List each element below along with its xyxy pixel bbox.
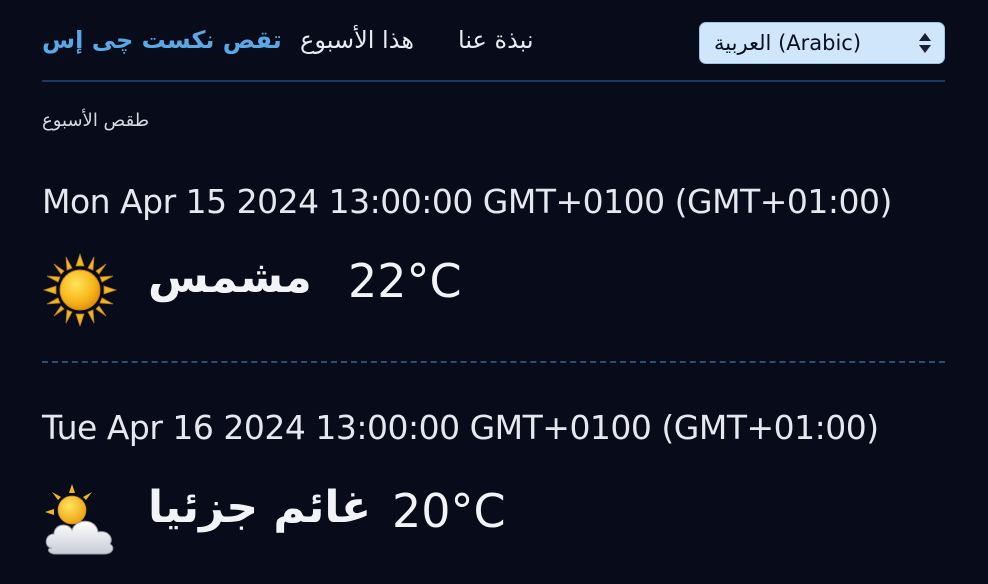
forecast-item: Tue Apr 16 2024 13:00:00 GMT+0100 (GMT+0… [42, 408, 945, 558]
forecast-temperature: 22°C [348, 254, 462, 308]
partly-cloudy-icon [45, 484, 114, 555]
brand-link[interactable]: تقص نكست چی إس [42, 26, 282, 54]
language-select-value: العربية (Arabic) [714, 31, 862, 55]
forecast-condition: مشمس [148, 252, 312, 303]
section-heading: طقص الأسبوع [42, 110, 150, 131]
forecast-item: Mon Apr 15 2024 13:00:00 GMT+0100 (GMT+0… [42, 182, 945, 363]
language-select[interactable]: العربية (Arabic) [699, 22, 945, 64]
forecast-temperature: 20°C [392, 484, 506, 538]
forecast-row: غائم جزئيا 20°C [42, 478, 642, 558]
select-arrows-icon [919, 33, 931, 53]
nav-link-about[interactable]: نبذة عنا [458, 26, 534, 54]
nav-link-this-week[interactable]: هذا الأسبوع [300, 26, 414, 54]
forecast-condition: غائم جزئيا [148, 482, 372, 533]
page: تقص نكست چی إس هذا الأسبوع نبذة عنا العر… [0, 0, 988, 584]
top-nav: تقص نكست چی إس هذا الأسبوع نبذة عنا العر… [42, 0, 945, 82]
forecast-date: Mon Apr 15 2024 13:00:00 GMT+0100 (GMT+0… [42, 182, 892, 221]
forecast-row: مشمس 22°C [42, 248, 642, 328]
forecast-date: Tue Apr 16 2024 13:00:00 GMT+0100 (GMT+0… [42, 408, 879, 447]
sun-icon [42, 252, 118, 328]
